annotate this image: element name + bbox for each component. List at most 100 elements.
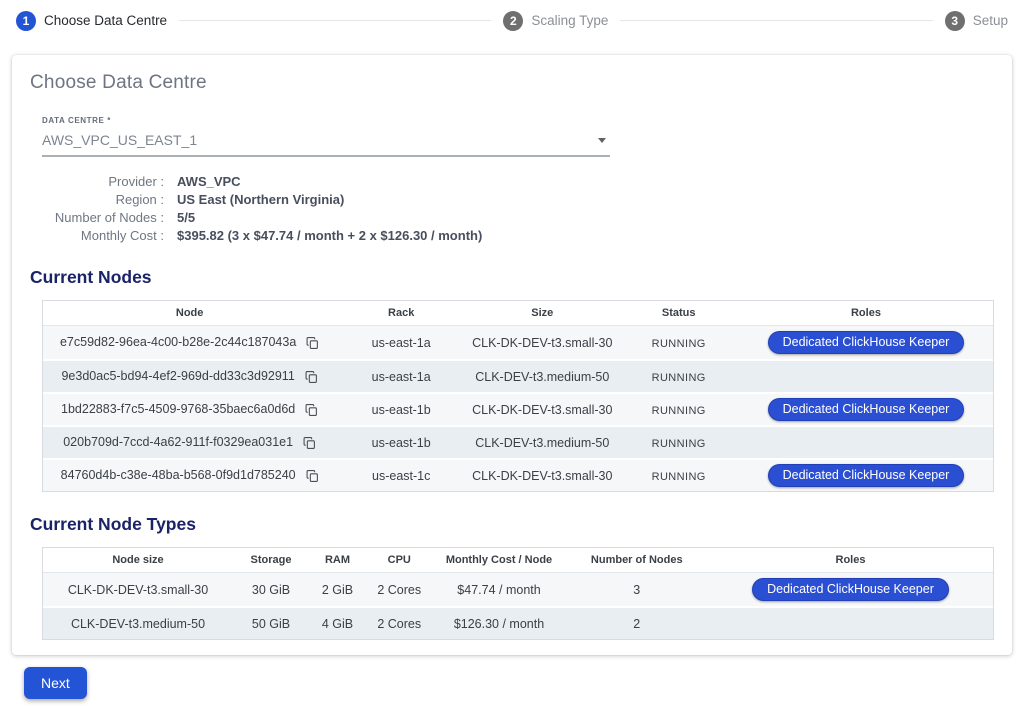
detail-provider: Provider : AWS_VPC xyxy=(30,173,994,191)
status-cell: RUNNING xyxy=(618,425,739,458)
rack-cell: us-east-1a xyxy=(336,359,466,392)
table-row: e7c59d82-96ea-4c00-b28e-2c44c187043a us-… xyxy=(43,326,993,359)
roles-cell: Dedicated ClickHouse Keeper xyxy=(739,458,993,491)
column-header-status: Status xyxy=(618,301,739,326)
status-badge: RUNNING xyxy=(652,405,706,417)
cpu-cell: 2 Cores xyxy=(366,606,433,639)
roles-cell xyxy=(739,359,993,392)
data-centre-selected-value: AWS_VPC_US_EAST_1 xyxy=(42,132,197,148)
column-header-number-of-nodes: Number of Nodes xyxy=(566,548,709,573)
detail-number-of-nodes: Number of Nodes : 5/5 xyxy=(30,209,994,227)
stepper-connector xyxy=(179,20,491,21)
roles-cell xyxy=(739,425,993,458)
ram-cell: 2 GiB xyxy=(309,573,366,606)
status-cell: RUNNING xyxy=(618,326,739,359)
column-header-ram: RAM xyxy=(309,548,366,573)
dedicated-clickhouse-keeper-button[interactable]: Dedicated ClickHouse Keeper xyxy=(768,464,965,487)
dedicated-clickhouse-keeper-button[interactable]: Dedicated ClickHouse Keeper xyxy=(752,578,949,601)
copy-icon[interactable] xyxy=(306,469,319,483)
node-id-cell: 9e3d0ac5-bd94-4ef2-969d-dd33c3d92911 xyxy=(43,359,336,392)
node-size-cell: CLK-DK-DEV-t3.small-30 xyxy=(43,573,233,606)
node-id-cell: 1bd22883-f7c5-4509-9768-35baec6a0d6d xyxy=(43,392,336,425)
current-node-types-heading: Current Node Types xyxy=(30,514,994,535)
column-header-roles: Roles xyxy=(708,548,993,573)
node-id: 020b709d-7ccd-4a62-911f-f0329ea031e1 xyxy=(63,435,293,449)
table-header-row: Node Rack Size Status Roles xyxy=(43,301,993,326)
data-centre-form-group: DATA CENTRE * AWS_VPC_US_EAST_1 xyxy=(42,116,610,157)
roles-cell: Dedicated ClickHouse Keeper xyxy=(708,573,993,606)
rack-cell: us-east-1a xyxy=(336,326,466,359)
storage-cell: 50 GiB xyxy=(233,606,309,639)
wizard-stepper: 1 Choose Data Centre 2 Scaling Type 3 Se… xyxy=(0,0,1024,38)
data-centre-label: DATA CENTRE * xyxy=(42,116,610,125)
status-badge: RUNNING xyxy=(652,338,706,350)
status-badge: RUNNING xyxy=(652,471,706,483)
page-title: Choose Data Centre xyxy=(30,71,994,94)
status-badge: RUNNING xyxy=(652,438,706,450)
step-choose-data-centre[interactable]: 1 Choose Data Centre xyxy=(16,11,167,31)
size-cell: CLK-DK-DEV-t3.small-30 xyxy=(466,326,618,359)
column-header-roles: Roles xyxy=(739,301,993,326)
table-row: 84760d4b-c38e-48ba-b568-0f9d1d785240 us-… xyxy=(43,458,993,491)
detail-value: $395.82 (3 x $47.74 / month + 2 x $126.3… xyxy=(177,227,482,245)
choose-data-centre-card: Choose Data Centre DATA CENTRE * AWS_VPC… xyxy=(12,55,1012,655)
number-of-nodes-cell: 3 xyxy=(566,573,709,606)
size-cell: CLK-DEV-t3.medium-50 xyxy=(466,359,618,392)
size-cell: CLK-DK-DEV-t3.small-30 xyxy=(466,458,618,491)
detail-label: Monthly Cost : xyxy=(30,227,164,245)
rack-cell: us-east-1b xyxy=(336,392,466,425)
column-header-storage: Storage xyxy=(233,548,309,573)
copy-icon[interactable] xyxy=(303,436,316,450)
status-cell: RUNNING xyxy=(618,458,739,491)
column-header-node-size: Node size xyxy=(43,548,233,573)
table-row: CLK-DK-DEV-t3.small-30 30 GiB 2 GiB 2 Co… xyxy=(43,573,993,606)
copy-icon[interactable] xyxy=(305,370,318,384)
column-header-size: Size xyxy=(466,301,618,326)
node-size-cell: CLK-DEV-t3.medium-50 xyxy=(43,606,233,639)
monthly-cost-cell: $47.74 / month xyxy=(433,573,566,606)
data-centre-details: Provider : AWS_VPC Region : US East (Nor… xyxy=(30,173,994,245)
copy-icon[interactable] xyxy=(306,336,319,350)
size-cell: CLK-DK-DEV-t3.small-30 xyxy=(466,392,618,425)
table-header-row: Node size Storage RAM CPU Monthly Cost /… xyxy=(43,548,993,573)
copy-icon[interactable] xyxy=(305,403,318,417)
current-node-types-table: Node size Storage RAM CPU Monthly Cost /… xyxy=(42,547,994,640)
step-2-label: Scaling Type xyxy=(531,13,608,28)
detail-label: Number of Nodes : xyxy=(30,209,164,227)
rack-cell: us-east-1b xyxy=(336,425,466,458)
column-header-monthly-cost: Monthly Cost / Node xyxy=(433,548,566,573)
dedicated-clickhouse-keeper-button[interactable]: Dedicated ClickHouse Keeper xyxy=(768,398,965,421)
step-3-circle: 3 xyxy=(945,11,965,31)
number-of-nodes-cell: 2 xyxy=(566,606,709,639)
dedicated-clickhouse-keeper-button[interactable]: Dedicated ClickHouse Keeper xyxy=(768,331,965,354)
data-centre-select[interactable]: AWS_VPC_US_EAST_1 xyxy=(42,125,610,157)
step-1-label: Choose Data Centre xyxy=(44,13,167,28)
status-badge: RUNNING xyxy=(652,372,706,384)
roles-cell: Dedicated ClickHouse Keeper xyxy=(739,392,993,425)
node-id: 1bd22883-f7c5-4509-9768-35baec6a0d6d xyxy=(61,402,295,416)
column-header-cpu: CPU xyxy=(366,548,433,573)
node-id: 84760d4b-c38e-48ba-b568-0f9d1d785240 xyxy=(61,468,296,482)
column-header-node: Node xyxy=(43,301,336,326)
current-nodes-heading: Current Nodes xyxy=(30,267,994,288)
detail-label: Region : xyxy=(30,191,164,209)
detail-label: Provider : xyxy=(30,173,164,191)
table-row: CLK-DEV-t3.medium-50 50 GiB 4 GiB 2 Core… xyxy=(43,606,993,639)
roles-cell xyxy=(708,606,993,639)
detail-value: AWS_VPC xyxy=(177,173,241,191)
table-row: 9e3d0ac5-bd94-4ef2-969d-dd33c3d92911 us-… xyxy=(43,359,993,392)
rack-cell: us-east-1c xyxy=(336,458,466,491)
step-scaling-type[interactable]: 2 Scaling Type xyxy=(503,11,608,31)
step-setup[interactable]: 3 Setup xyxy=(945,11,1008,31)
node-id: 9e3d0ac5-bd94-4ef2-969d-dd33c3d92911 xyxy=(61,369,294,383)
next-button[interactable]: Next xyxy=(24,667,87,699)
detail-value: 5/5 xyxy=(177,209,195,227)
column-header-rack: Rack xyxy=(336,301,466,326)
step-1-circle: 1 xyxy=(16,11,36,31)
status-cell: RUNNING xyxy=(618,392,739,425)
node-id-cell: 84760d4b-c38e-48ba-b568-0f9d1d785240 xyxy=(43,458,336,491)
chevron-down-icon xyxy=(598,138,606,143)
node-id-cell: e7c59d82-96ea-4c00-b28e-2c44c187043a xyxy=(43,326,336,359)
cpu-cell: 2 Cores xyxy=(366,573,433,606)
node-id: e7c59d82-96ea-4c00-b28e-2c44c187043a xyxy=(60,335,296,349)
